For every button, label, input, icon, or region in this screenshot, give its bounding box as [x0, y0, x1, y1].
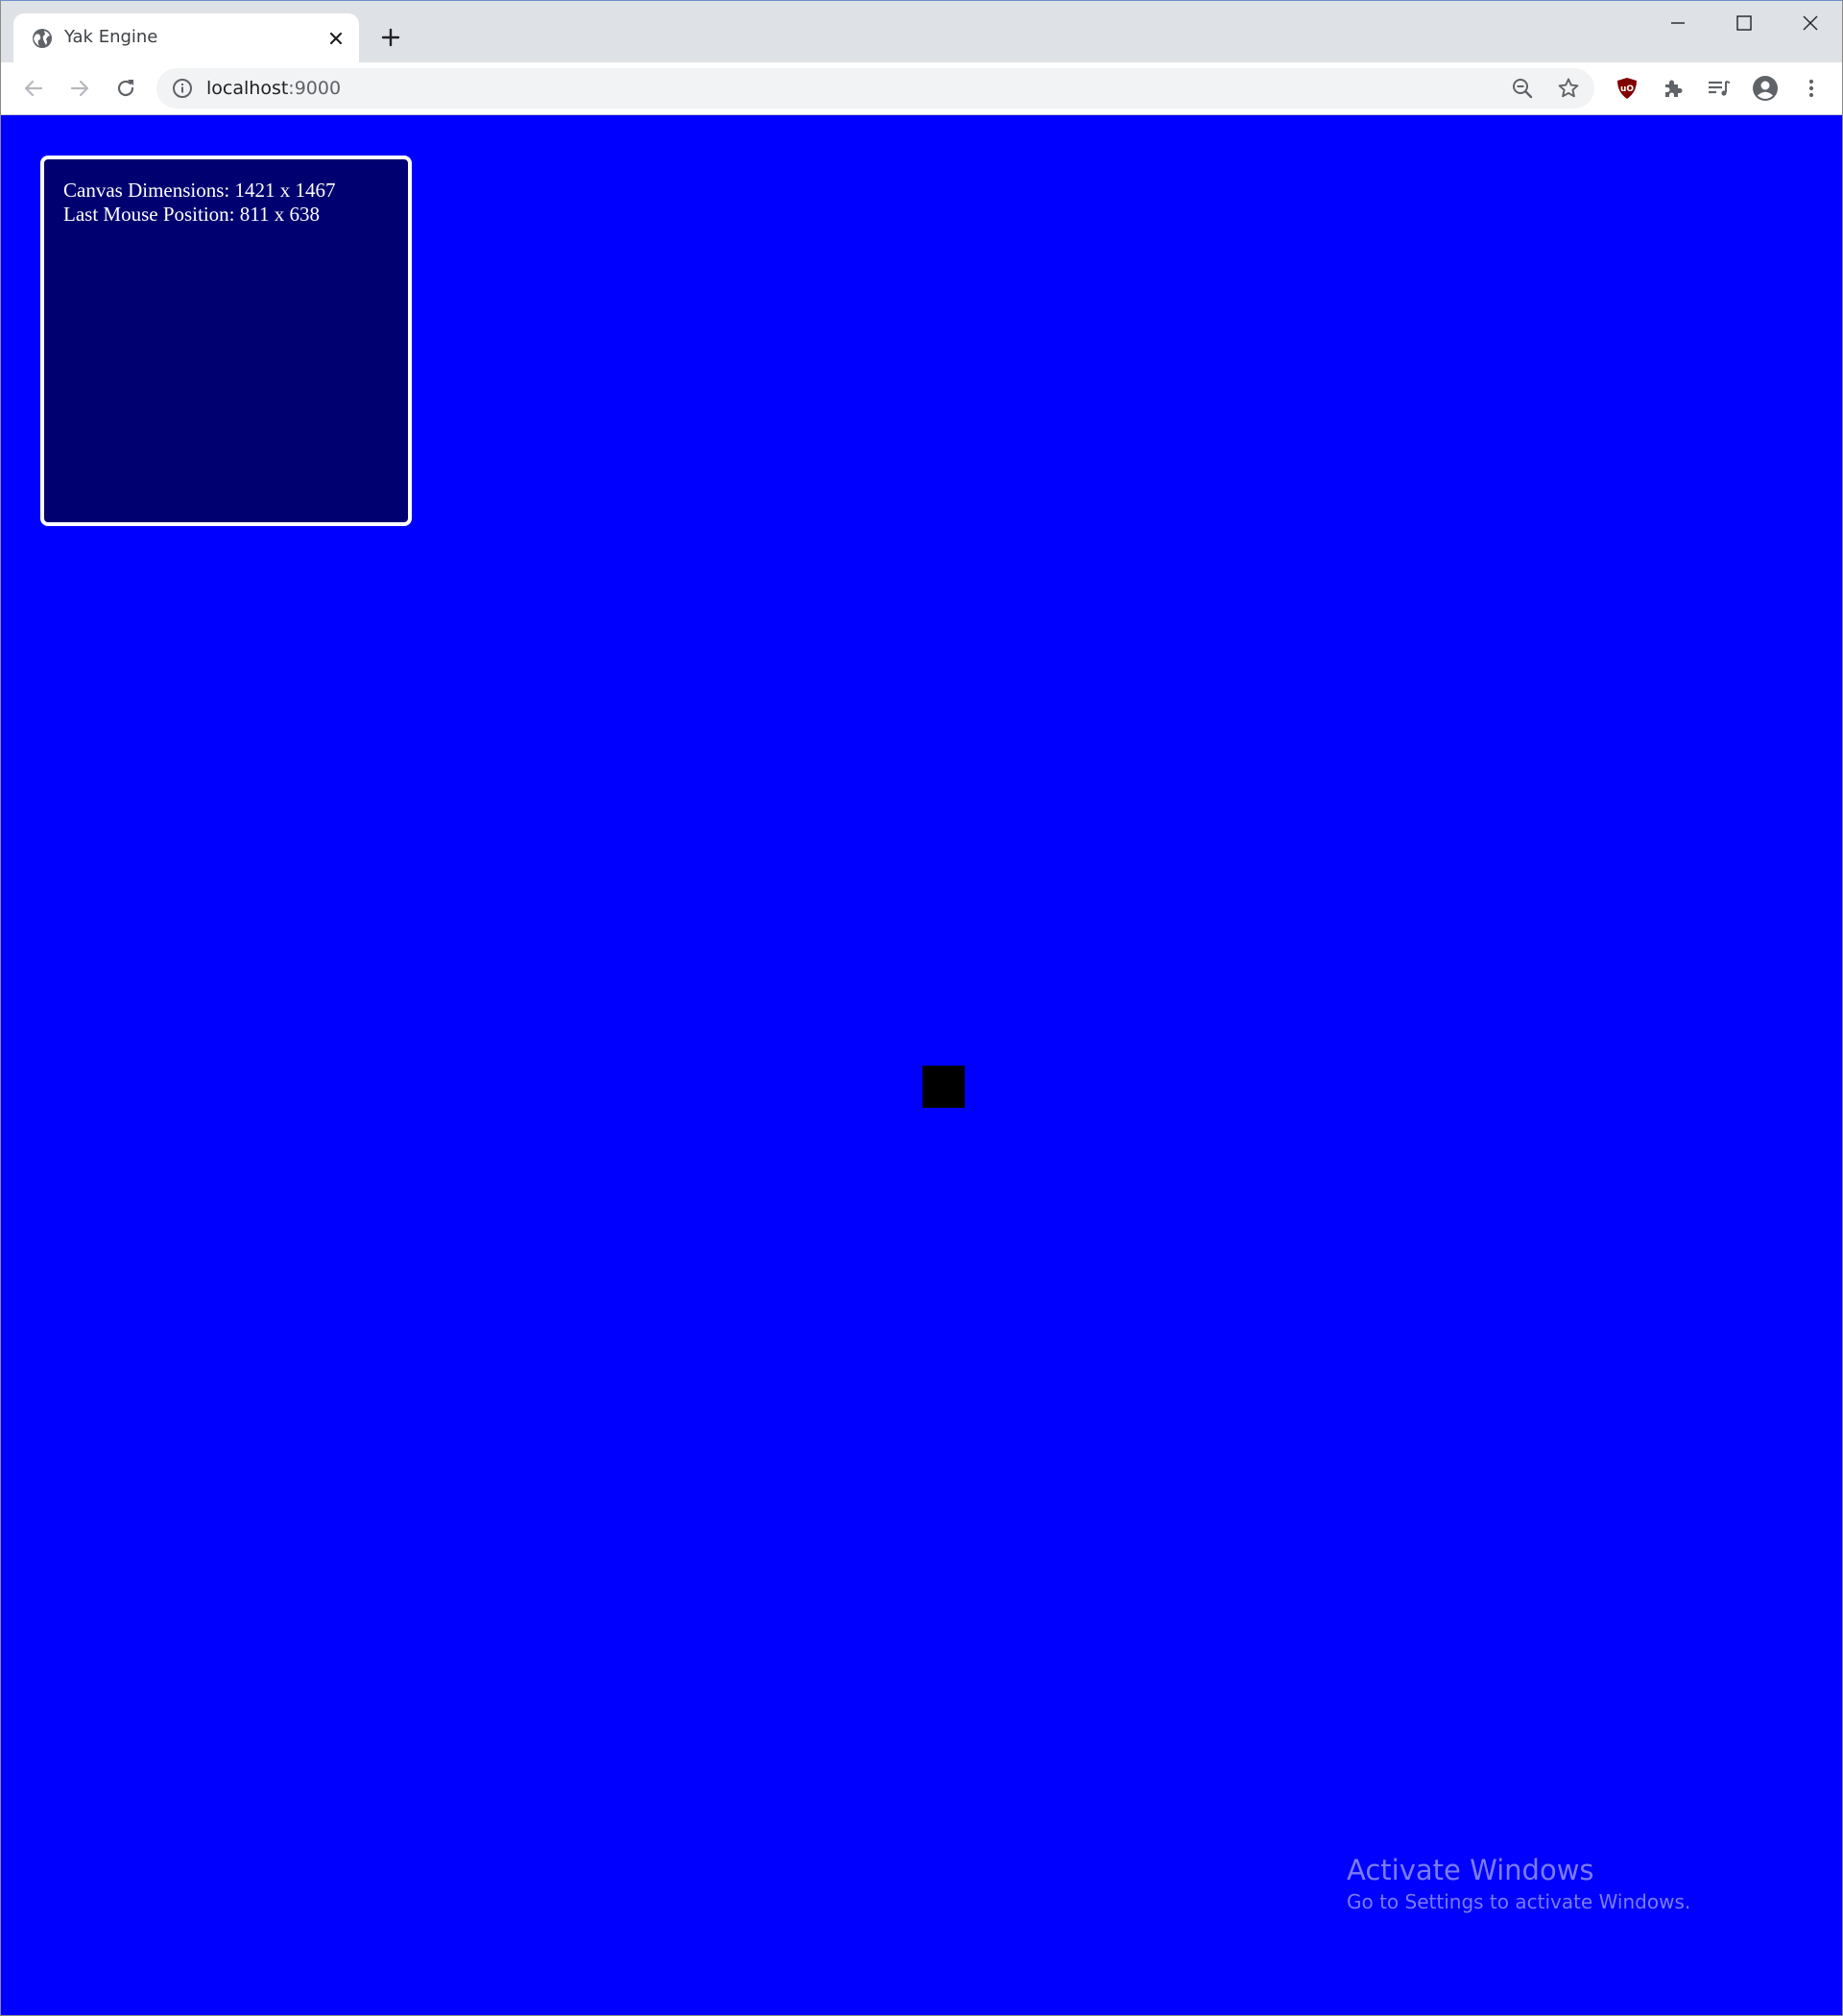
activate-windows-watermark: Activate Windows Go to Settings to activ…	[1347, 1853, 1690, 1916]
browser-toolbar: localhost:9000 uO	[1, 62, 1842, 115]
url-text[interactable]: localhost:9000	[206, 78, 341, 99]
player-square	[922, 1066, 965, 1108]
info-icon[interactable]	[172, 78, 193, 99]
back-arrow-icon[interactable]	[16, 71, 51, 106]
close-window-icon[interactable]	[1778, 1, 1842, 45]
canvas-dimensions-text: Canvas Dimensions: 1421 x 1467	[63, 179, 336, 202]
close-icon[interactable]	[324, 27, 347, 50]
globe-icon	[32, 28, 53, 49]
maximize-icon[interactable]	[1711, 1, 1777, 45]
forward-arrow-icon[interactable]	[62, 71, 97, 106]
watermark-subtitle: Go to Settings to activate Windows.	[1347, 1890, 1691, 1913]
watermark-title: Activate Windows	[1347, 1854, 1594, 1886]
kebab-menu-icon[interactable]	[1794, 71, 1829, 106]
minimize-icon[interactable]	[1645, 1, 1711, 45]
browser-window: Yak Engine localhost:9000 uO Canvas Dime…	[0, 0, 1843, 2016]
mouse-position-text: Last Mouse Position: 811 x 638	[63, 203, 320, 226]
media-queue-icon[interactable]	[1702, 71, 1736, 106]
address-bar[interactable]: localhost:9000	[156, 68, 1594, 108]
debug-info-panel: Canvas Dimensions: 1421 x 1467 Last Mous…	[40, 156, 412, 526]
tab-strip: Yak Engine	[1, 1, 1842, 62]
svg-text:uO: uO	[1620, 84, 1634, 94]
url-host: localhost	[206, 78, 289, 99]
tab-yak-engine[interactable]: Yak Engine	[13, 13, 359, 62]
ublock-origin-icon[interactable]: uO	[1610, 71, 1644, 106]
tab-title: Yak Engine	[64, 27, 158, 47]
reload-icon[interactable]	[108, 71, 143, 106]
url-port: :9000	[288, 78, 342, 99]
zoom-out-icon[interactable]	[1508, 74, 1537, 103]
profile-icon[interactable]	[1748, 71, 1783, 106]
game-canvas[interactable]: Canvas Dimensions: 1421 x 1467 Last Mous…	[1, 115, 1842, 2015]
puzzle-icon[interactable]	[1656, 71, 1690, 106]
star-icon[interactable]	[1554, 74, 1583, 103]
plus-icon[interactable]	[375, 22, 406, 53]
